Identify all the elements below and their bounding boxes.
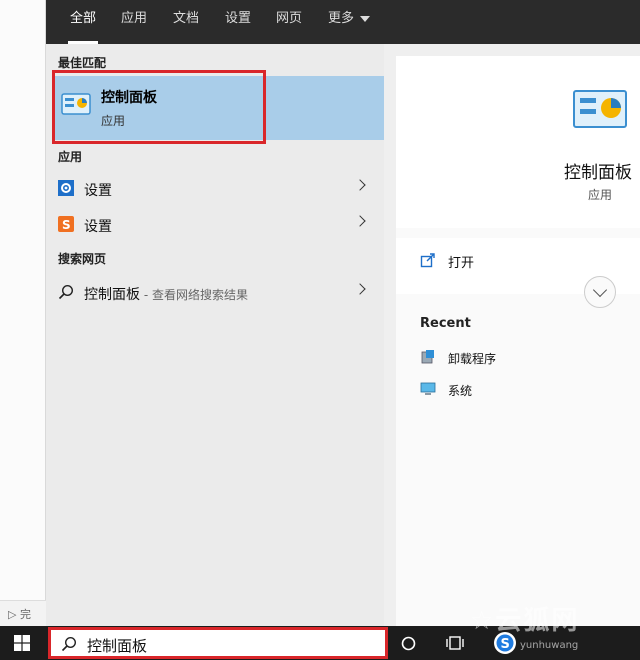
preview-type: 应用 <box>588 188 613 202</box>
web-heading: 搜索网页 <box>58 252 107 266</box>
tab-more-label: 更多 <box>328 11 355 26</box>
start-button[interactable] <box>0 626 46 660</box>
results-list: 最佳匹配 控制面板 应用 应用 设置 S 设置 搜索网页 控制面板 - 查看网络… <box>46 44 384 626</box>
task-view-icon <box>446 636 464 650</box>
app-result-sogou-settings[interactable]: S 设置 <box>46 208 384 242</box>
taskbar-search-box[interactable]: 控制面板 <box>48 627 388 659</box>
background-app-window <box>0 0 46 626</box>
cortana-icon <box>401 636 416 651</box>
watermark-logo: ☆云狐网 <box>470 600 579 637</box>
highlight-box <box>52 70 266 144</box>
play-icon: ▷ <box>8 608 17 621</box>
background-status-bar: ▷ 完 <box>0 600 46 626</box>
chevron-right-icon[interactable] <box>354 283 366 295</box>
open-icon <box>420 253 435 268</box>
svg-text:S: S <box>62 218 71 232</box>
search-panel: 全部 应用 文档 设置 网页 更多 最佳匹配 控制面板 应用 应用 设置 S 设… <box>46 0 640 626</box>
search-icon <box>61 636 77 652</box>
star-icon: ☆ <box>470 606 496 636</box>
chevron-right-icon[interactable] <box>354 179 366 191</box>
search-icon <box>58 284 74 300</box>
preview-title: 控制面板 <box>564 163 632 183</box>
task-view-button[interactable] <box>440 626 470 660</box>
search-input[interactable]: 控制面板 <box>87 635 147 656</box>
web-result[interactable]: 控制面板 - 查看网络搜索结果 <box>46 276 384 310</box>
recent-item-label: 卸载程序 <box>448 352 497 366</box>
cortana-button[interactable] <box>396 626 422 660</box>
windows-logo-icon <box>14 635 30 651</box>
recent-item-system[interactable]: 系统 <box>420 378 620 402</box>
expand-button[interactable] <box>584 276 616 308</box>
control-panel-icon <box>573 90 627 128</box>
preview-pane: 控制面板 应用 打开 Recent 卸载程序 系统 <box>396 56 640 626</box>
recent-heading: Recent <box>420 316 471 331</box>
chevron-down-icon <box>360 15 371 22</box>
tab-documents[interactable]: 文档 <box>173 0 199 44</box>
best-match-heading: 最佳匹配 <box>58 56 107 70</box>
web-result-label: 控制面板 - 查看网络搜索结果 <box>84 284 248 304</box>
filter-tab-bar: 全部 应用 文档 设置 网页 更多 <box>46 0 640 44</box>
watermark-text: 云狐网 <box>495 606 580 636</box>
sogou-icon: S <box>58 216 74 232</box>
app-result-label: 设置 <box>84 219 112 235</box>
tab-web[interactable]: 网页 <box>276 0 302 44</box>
svg-text:S: S <box>501 637 510 652</box>
system-icon <box>420 382 436 395</box>
chevron-right-icon[interactable] <box>354 215 366 227</box>
tab-all[interactable]: 全部 <box>67 0 99 44</box>
tab-settings[interactable]: 设置 <box>225 0 251 44</box>
recent-item-label: 系统 <box>448 384 473 398</box>
web-query: 控制面板 <box>84 287 140 303</box>
apps-heading: 应用 <box>58 150 83 164</box>
recent-item-uninstall[interactable]: 卸载程序 <box>420 346 620 370</box>
preview-header: 控制面板 应用 <box>396 56 640 228</box>
uninstall-program-icon <box>421 350 434 364</box>
app-result-label: 设置 <box>84 183 112 199</box>
tab-apps[interactable]: 应用 <box>121 0 147 44</box>
background-status-text: 完 <box>19 608 31 621</box>
watermark-subtext: yunhuwang <box>520 640 579 651</box>
open-label: 打开 <box>448 256 475 271</box>
gear-icon <box>58 180 74 196</box>
web-suffix: - 查看网络搜索结果 <box>140 288 248 302</box>
tab-more[interactable]: 更多 <box>328 0 371 44</box>
app-result-settings[interactable]: 设置 <box>46 172 384 206</box>
